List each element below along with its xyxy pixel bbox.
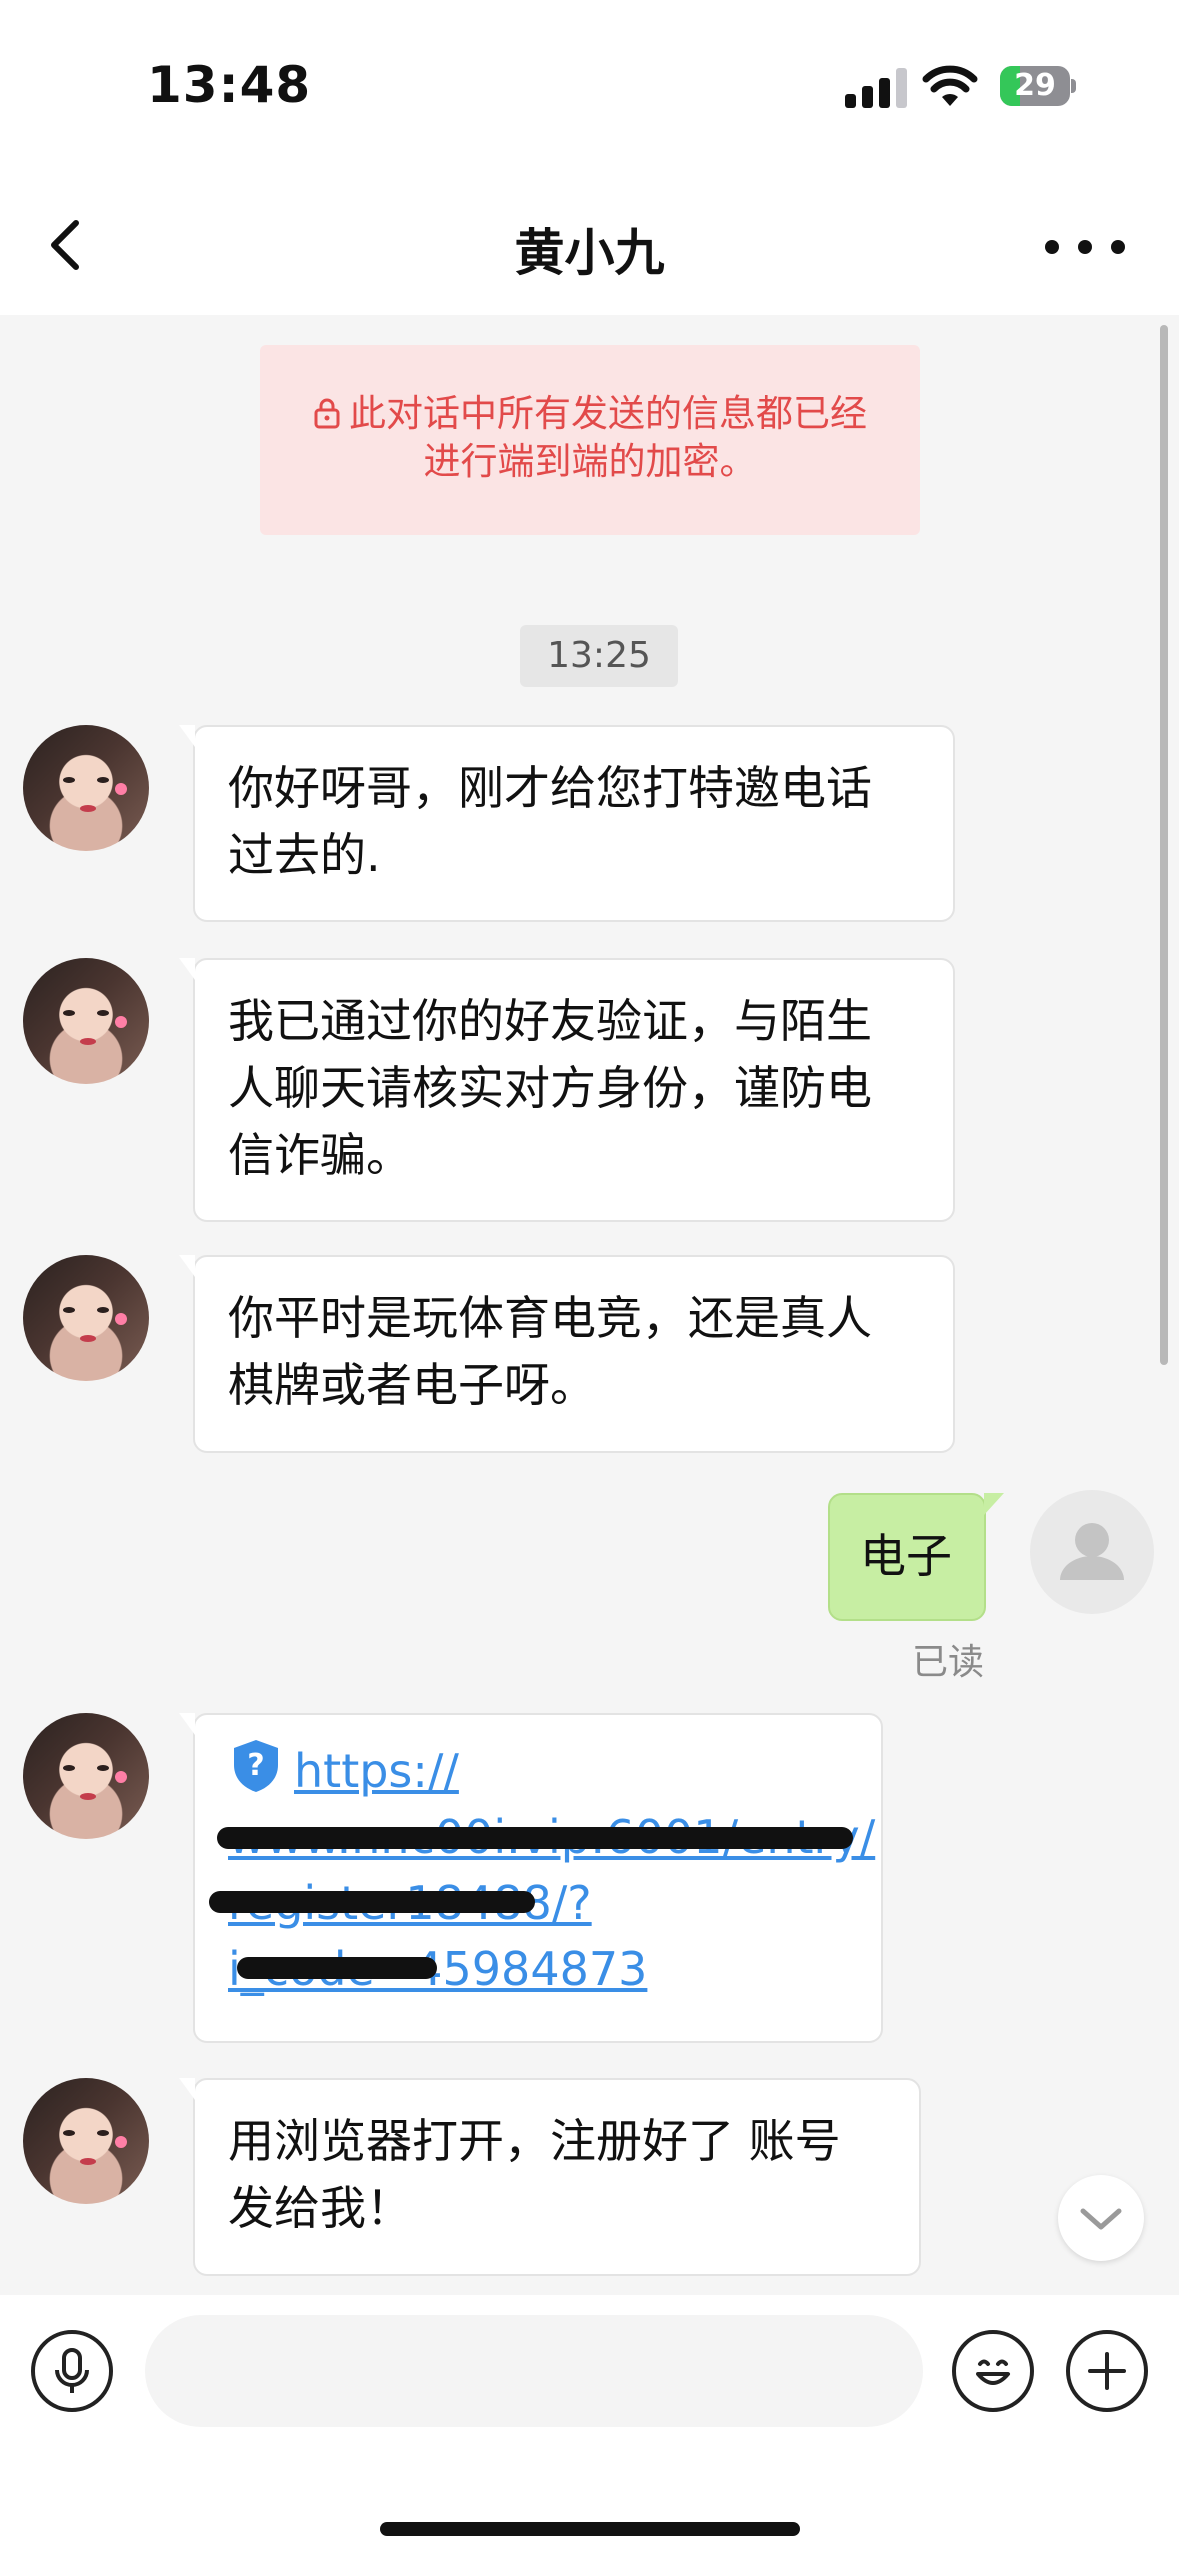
- timestamp-chip: 13:25: [520, 625, 678, 687]
- message-text-line: 棋牌或者电子呀。: [228, 1358, 596, 1412]
- message-text-line: 过去的.: [228, 828, 381, 882]
- emoji-icon: [976, 2359, 1010, 2385]
- link-text-line[interactable]: https://: [294, 1744, 459, 1798]
- nav-bar: 黄小九: [0, 175, 1179, 315]
- message-bubble[interactable]: 用浏览器打开，注册好了 账号 发给我！: [179, 2078, 921, 2276]
- contact-avatar[interactable]: [23, 958, 149, 1084]
- shield-question-icon: ?: [234, 1740, 278, 1792]
- more-dots-icon[interactable]: [1045, 217, 1125, 277]
- message-list[interactable]: 此对话中所有发送的信息都已经 进行端到端的加密。 13:25 你好呀哥，刚才给您…: [0, 315, 1179, 2325]
- user-silhouette-icon: [1060, 1523, 1124, 1580]
- redaction-mark: [209, 1891, 535, 1913]
- redaction-mark: [217, 1827, 853, 1849]
- message-input[interactable]: [145, 2315, 923, 2427]
- self-message-bubble[interactable]: 电子: [828, 1493, 1004, 1621]
- message-text-line: 你好呀哥，刚才给您打特邀电话: [228, 761, 872, 815]
- contact-avatar[interactable]: [23, 1255, 149, 1381]
- redaction-mark: [237, 1957, 437, 1979]
- lock-icon: [314, 398, 340, 429]
- chat-screen: 13:48 29 黄小九 此对话中所有发送的信息都已经 进行端到端的加密。 13…: [0, 0, 1179, 2556]
- encryption-notice-line1: 此对话中所有发送的信息都已经: [349, 392, 867, 435]
- message-text-line: 你平时是玩体育电竞，还是真人: [228, 1291, 872, 1345]
- emoji-button[interactable]: [952, 2330, 1034, 2412]
- plus-icon: [1088, 2352, 1126, 2390]
- contact-avatar[interactable]: [23, 2078, 149, 2204]
- chevron-down-icon: [1080, 2208, 1122, 2230]
- home-indicator: [380, 2522, 800, 2536]
- message-text-line: 发给我！: [228, 2181, 412, 2235]
- wifi-icon: [922, 65, 978, 106]
- message-bubble[interactable]: 你平时是玩体育电竞，还是真人 棋牌或者电子呀。: [179, 1255, 955, 1453]
- microphone-icon: [55, 2348, 89, 2393]
- microphone-button[interactable]: [31, 2330, 113, 2412]
- status-time: 13:48: [147, 56, 312, 114]
- battery-icon: 29: [1000, 66, 1076, 106]
- message-bubble[interactable]: 我已通过你的好友验证，与陌生 人聊天请核实对方身份，谨防电 信诈骗。: [179, 958, 955, 1222]
- message-text-line: 我已通过你的好友验证，与陌生: [228, 994, 872, 1048]
- message-text-line: 用浏览器打开，注册好了 账号: [228, 2114, 841, 2168]
- scrollbar[interactable]: [1160, 325, 1168, 1365]
- message-text-line: 信诈骗。: [228, 1128, 412, 1182]
- input-bar: [0, 2295, 1179, 2556]
- contact-avatar[interactable]: [23, 1713, 149, 1839]
- message-bubble[interactable]: 你好呀哥，刚才给您打特邀电话 过去的.: [179, 725, 955, 922]
- chat-title: 黄小九: [514, 224, 665, 282]
- read-receipt: 已读: [912, 1642, 985, 1683]
- contact-avatar[interactable]: [23, 725, 149, 851]
- message-text-line: 人聊天请核实对方身份，谨防电: [228, 1061, 872, 1115]
- encryption-notice-line2: 进行端到端的加密。: [423, 440, 757, 483]
- status-bar: 13:48 29: [0, 0, 1179, 175]
- self-avatar[interactable]: [1030, 1490, 1154, 1614]
- svg-text:?: ?: [247, 1748, 264, 1783]
- scroll-to-bottom-button[interactable]: [1058, 2175, 1144, 2261]
- link-message-bubble[interactable]: ? https:// www.nnc00i.vip:6001/entry/ re…: [179, 1713, 883, 2043]
- plus-button[interactable]: [1066, 2330, 1148, 2412]
- message-text-line: 电子: [860, 1529, 952, 1583]
- encryption-notice: 此对话中所有发送的信息都已经 进行端到端的加密。: [260, 345, 920, 535]
- cellular-signal-icon: [845, 68, 907, 108]
